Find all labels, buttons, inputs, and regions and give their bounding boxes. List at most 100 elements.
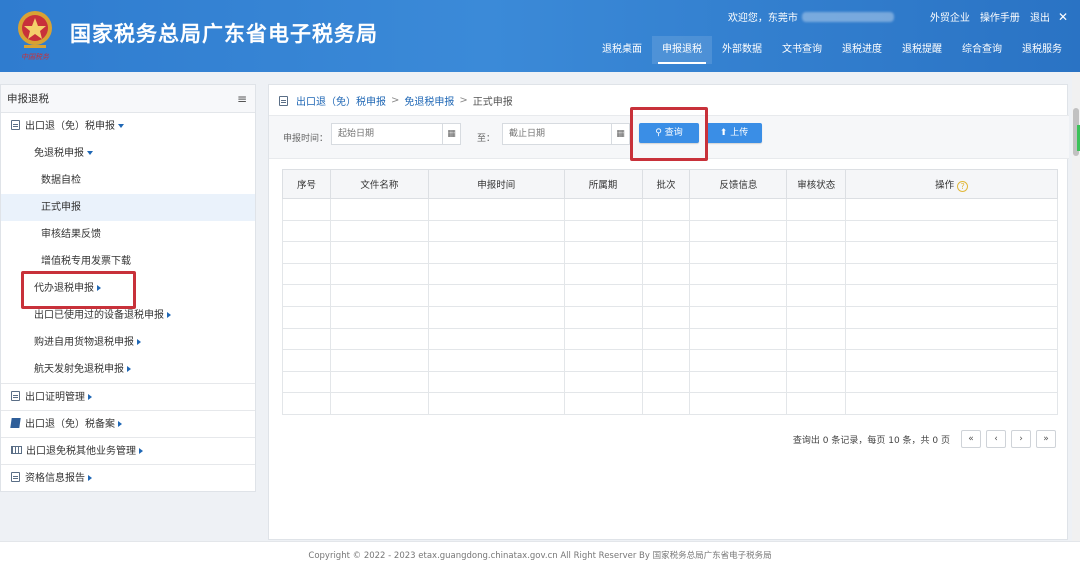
sidebar-item-aerospace-launch-refund[interactable]: 航天发射免退税申报: [1, 356, 255, 383]
sidebar-item-data-self-check[interactable]: 数据自检: [1, 167, 255, 194]
table-header-row: 序号 文件名称 申报时间 所属期 批次 反馈信息 审核状态 操作?: [282, 169, 1058, 199]
table-cell: [563, 392, 643, 415]
table-cell: [689, 370, 788, 394]
link-logout[interactable]: 退出: [1030, 9, 1050, 24]
close-icon[interactable]: ✕: [1058, 10, 1068, 24]
nav-tax-desktop[interactable]: 退税桌面: [592, 36, 652, 64]
table-row: [282, 349, 1058, 372]
table-cell: [845, 241, 1058, 264]
sidebar-item-qualification-report[interactable]: 资格信息报告: [1, 464, 255, 491]
table-cell: [786, 198, 847, 221]
breadcrumb-export-refund-declare[interactable]: 出口退（免）税申报: [296, 93, 386, 108]
table-cell: [845, 392, 1058, 415]
table-row: [282, 241, 1058, 264]
table-cell: [282, 198, 331, 221]
document-icon: [11, 120, 20, 130]
caret-right-icon: [167, 312, 171, 318]
start-date-input[interactable]: [331, 123, 443, 145]
column-header-feedback: 反馈信息: [689, 169, 788, 199]
table-body: [282, 198, 1058, 415]
table-cell: [427, 198, 565, 221]
nav-refund-reminder[interactable]: 退税提醒: [892, 36, 952, 64]
table-cell: [329, 241, 429, 264]
table-cell: [845, 370, 1058, 394]
calendar-icon[interactable]: ▦: [443, 123, 461, 145]
table-cell: [427, 262, 565, 286]
breadcrumb-exempt-refund-declare[interactable]: 免退税申报: [404, 93, 454, 108]
prev-page-button[interactable]: ‹: [986, 430, 1006, 448]
table-cell: [641, 392, 691, 415]
end-date-input[interactable]: [502, 123, 612, 145]
nav-refund-service[interactable]: 退税服务: [1012, 36, 1072, 64]
breadcrumb: 出口退（免）税申报 > 免退税申报 > 正式申报: [279, 93, 513, 108]
column-header-index: 序号: [282, 169, 331, 199]
table-cell: [786, 305, 847, 329]
table-cell: [282, 284, 331, 307]
table-cell: [427, 349, 565, 372]
sidebar-header: 申报退税 ≡: [1, 85, 255, 113]
table-cell: [563, 284, 643, 307]
table-cell: [641, 219, 691, 243]
sidebar-item-self-use-goods-refund[interactable]: 购进自用货物退税申报: [1, 329, 255, 356]
table-cell: [563, 305, 643, 329]
table-cell: [689, 327, 788, 351]
nav-document-query[interactable]: 文书查询: [772, 36, 832, 64]
first-page-button[interactable]: «: [961, 430, 981, 448]
pagination-info: 查询出 0 条记录，每页 10 条，共 0 页: [792, 435, 950, 446]
table-cell: [689, 349, 788, 372]
help-icon[interactable]: ?: [957, 180, 969, 192]
table-cell: [329, 262, 429, 286]
table-cell: [845, 262, 1058, 286]
table-cell: [845, 327, 1058, 351]
caret-right-icon: [127, 366, 131, 372]
table-cell: [563, 327, 643, 351]
table-cell: [282, 349, 331, 372]
column-header-declare-time: 申报时间: [427, 169, 565, 199]
sidebar-item-export-refund-declare[interactable]: 出口退（免）税申报: [1, 113, 255, 140]
caret-down-icon: [118, 124, 124, 128]
hamburger-menu-icon[interactable]: ≡: [237, 85, 247, 113]
sidebar-item-export-refund-filing[interactable]: 出口退（免）税备案: [1, 410, 255, 437]
sidebar-item-formal-declare[interactable]: 正式申报: [1, 194, 255, 221]
table-cell: [329, 370, 429, 394]
table-cell: [329, 327, 429, 351]
sidebar-item-exempt-refund-declare[interactable]: 免退税申报: [1, 140, 255, 167]
card-icon: [11, 446, 22, 454]
table-cell: [845, 284, 1058, 307]
table-cell: [427, 241, 565, 264]
column-header-operation: 操作?: [845, 169, 1058, 199]
link-user-manual[interactable]: 操作手册: [980, 9, 1020, 24]
table-cell: [641, 198, 691, 221]
last-page-button[interactable]: »: [1036, 430, 1056, 448]
main-panel: 出口退（免）税申报 > 免退税申报 > 正式申报 申报时间： ▦ 至： ▦ ⚲ …: [268, 84, 1069, 540]
calendar-icon[interactable]: ▦: [612, 123, 630, 145]
table-row: [282, 327, 1058, 351]
sidebar-item-review-feedback[interactable]: 审核结果反馈: [1, 221, 255, 248]
table-cell: [282, 219, 331, 243]
table-row: [282, 262, 1058, 286]
table-row: [282, 198, 1058, 221]
caret-right-icon: [88, 475, 92, 481]
upload-icon: ⬆: [719, 128, 728, 138]
link-foreign-trade-enterprise[interactable]: 外贸企业: [930, 9, 970, 24]
table-cell: [329, 219, 429, 243]
table-cell: [641, 241, 691, 264]
nav-declare-refund[interactable]: 申报退税: [652, 36, 712, 64]
table-cell: [641, 370, 691, 394]
caret-right-icon: [137, 339, 141, 345]
table-cell: [563, 349, 643, 372]
nav-general-query[interactable]: 综合查询: [952, 36, 1012, 64]
table-cell: [563, 219, 643, 243]
next-page-button[interactable]: ›: [1011, 430, 1031, 448]
table-cell: [427, 370, 565, 394]
nav-external-data[interactable]: 外部数据: [712, 36, 772, 64]
upload-button[interactable]: ⬆ 上传: [706, 123, 762, 143]
nav-refund-progress[interactable]: 退税进度: [832, 36, 892, 64]
table-cell: [282, 327, 331, 351]
sidebar-item-other-business[interactable]: 出口退免税其他业务管理: [1, 437, 255, 464]
table-row: [282, 370, 1058, 394]
table-cell: [786, 241, 847, 264]
redacted-username: [801, 11, 894, 22]
table-cell: [845, 219, 1058, 243]
sidebar-item-export-certificate[interactable]: 出口证明管理: [1, 383, 255, 410]
